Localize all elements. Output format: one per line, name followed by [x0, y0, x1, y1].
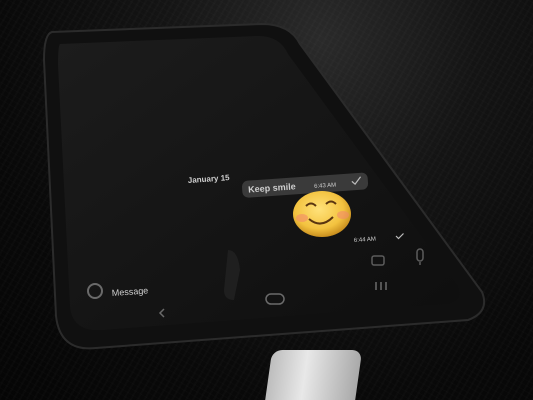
phone: January 15 Keep smile 6:43 AM 6:44 AM Me… — [42, 22, 486, 350]
usb-cable — [263, 350, 363, 400]
photo-scene: January 15 Keep smile 6:43 AM 6:44 AM Me… — [0, 0, 533, 400]
smiley-emoji-icon[interactable] — [293, 191, 351, 237]
